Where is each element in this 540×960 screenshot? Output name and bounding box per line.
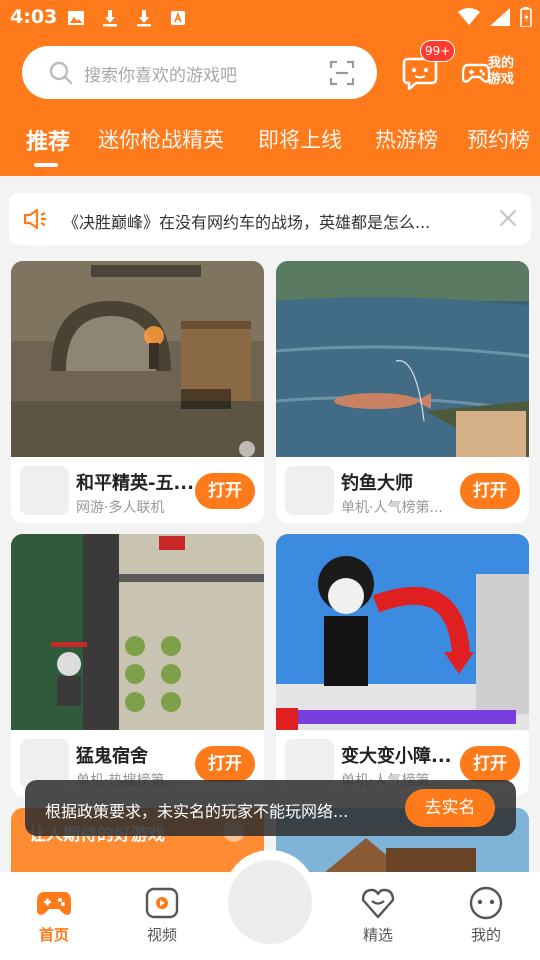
game-card[interactable]: 和平精英-五... 网游·多人联机 打开 (11, 261, 264, 523)
game-card[interactable]: 变大变小障... 单机·人气榜第... 打开 (276, 534, 529, 796)
tab-recommend[interactable]: 推荐 (26, 124, 70, 156)
game-card[interactable]: 猛鬼宿舍 单机·热搜榜第... 打开 (11, 534, 264, 796)
active-tab-indicator (34, 163, 58, 167)
nav-home-label: 首页 (38, 926, 69, 944)
tab-mini-gunfight[interactable]: 迷你枪战精英 (98, 124, 224, 154)
game-tags: 网游·多人联机 (76, 500, 165, 516)
game-screenshot (276, 534, 529, 730)
open-button[interactable]: 打开 (460, 473, 520, 509)
tab-coming-soon[interactable]: 即将上线 (258, 124, 342, 154)
notice-bar[interactable]: 《决胜巅峰》在没有网约车的战场，英雄都是怎么... (9, 193, 531, 245)
nav-profile-label: 我的 (470, 926, 501, 944)
nav-center-button[interactable] (228, 860, 312, 944)
diamond-icon (360, 886, 396, 920)
nav-featured-label: 精选 (362, 926, 393, 944)
open-button[interactable]: 打开 (195, 473, 255, 509)
game-title: 变大变小障... (341, 746, 452, 767)
search-bar[interactable]: 搜索你喜欢的游戏吧 (22, 46, 377, 99)
megaphone-icon (22, 207, 48, 231)
gamepad-icon (36, 886, 72, 920)
open-button[interactable]: 打开 (195, 746, 255, 782)
face-icon (468, 886, 504, 920)
game-icon (285, 466, 334, 515)
game-icon (20, 466, 69, 515)
game-title: 猛鬼宿舍 (76, 746, 148, 767)
game-title: 钓鱼大师 (341, 473, 413, 494)
my-games-button[interactable]: 我的游戏 (461, 52, 522, 92)
download-icon (134, 8, 154, 28)
image-notification-icon (66, 8, 86, 28)
status-bar: 4:03 (0, 0, 540, 36)
nav-featured[interactable]: 精选 (338, 872, 418, 960)
message-badge: 99+ (420, 40, 456, 62)
game-screenshot (276, 261, 529, 457)
wifi-icon (458, 8, 480, 30)
download-icon (100, 8, 120, 28)
gamepad-icon (461, 58, 491, 86)
signal-icon (490, 8, 510, 30)
nav-profile[interactable]: 我的 (446, 872, 526, 960)
category-tabs: 推荐 迷你枪战精英 即将上线 热游榜 预约榜 (0, 124, 540, 168)
battery-icon (520, 7, 532, 31)
notice-text: 《决胜巅峰》在没有网约车的战场，英雄都是怎么... (63, 213, 431, 232)
toast-text: 根据政策要求，未实名的玩家不能玩网络... (45, 802, 349, 821)
close-icon[interactable] (497, 207, 519, 229)
video-icon (144, 886, 180, 920)
game-tags: 单机·人气榜第... (341, 500, 443, 516)
nav-video[interactable]: 视频 (122, 872, 202, 960)
open-button[interactable]: 打开 (460, 746, 520, 782)
game-screenshot (11, 261, 264, 457)
search-input[interactable]: 搜索你喜欢的游戏吧 (84, 61, 237, 86)
nav-video-label: 视频 (146, 926, 177, 944)
tab-hot-games[interactable]: 热游榜 (375, 124, 438, 154)
search-icon (48, 60, 74, 86)
game-title: 和平精英-五... (76, 473, 194, 494)
tab-reservation[interactable]: 预约榜 (467, 124, 530, 154)
game-screenshot (11, 534, 264, 730)
real-name-toast: 根据政策要求，未实名的玩家不能玩网络... 去实名 (25, 780, 516, 836)
verify-real-name-button[interactable]: 去实名 (405, 789, 495, 827)
status-time: 4:03 (10, 6, 58, 28)
app-notification-icon (168, 8, 188, 28)
nav-home[interactable]: 首页 (14, 872, 94, 960)
my-games-label: 我的游戏 (488, 56, 515, 87)
game-card[interactable]: 钓鱼大师 单机·人气榜第... 打开 (276, 261, 529, 523)
scan-icon[interactable] (329, 60, 355, 86)
